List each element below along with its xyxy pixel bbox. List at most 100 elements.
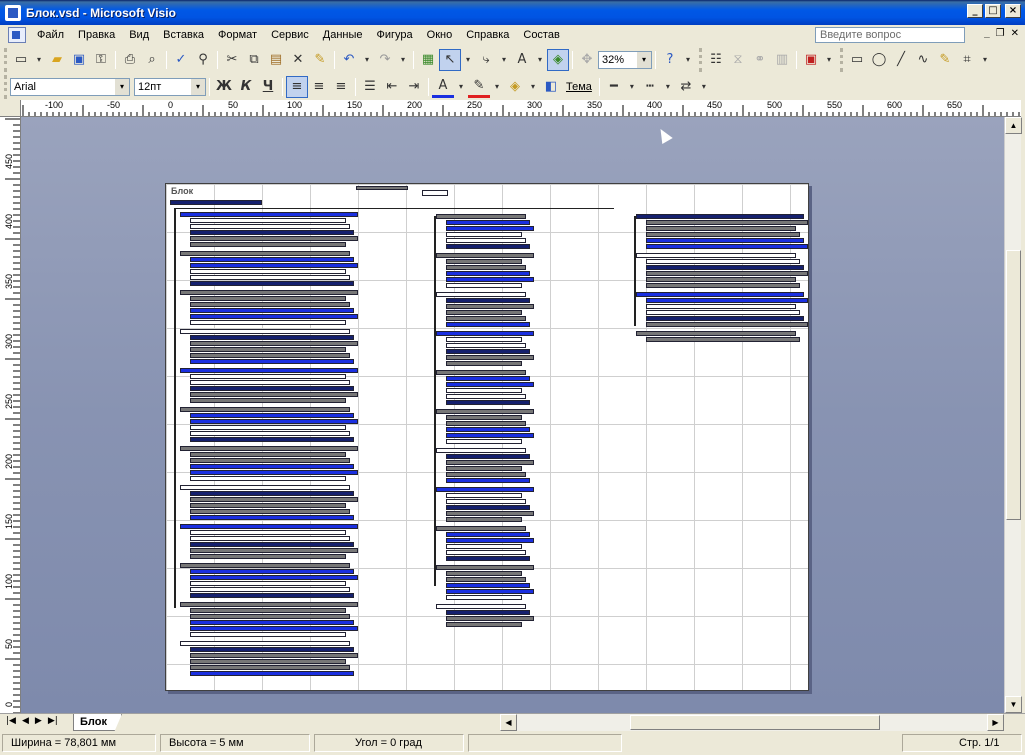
- diagram-block[interactable]: [190, 341, 358, 346]
- diagram-block[interactable]: [190, 218, 346, 223]
- diagram-block[interactable]: [180, 407, 350, 412]
- diagram-block[interactable]: [190, 587, 350, 592]
- mdi-restore-icon[interactable]: ❐: [996, 28, 1005, 39]
- ruler-corner[interactable]: [0, 100, 21, 117]
- arc-tool-icon[interactable]: ∿: [912, 49, 934, 71]
- diagram-block[interactable]: [446, 337, 522, 342]
- pan-zoom-icon[interactable]: ✥: [576, 49, 598, 71]
- connector-tool-icon[interactable]: ⤷: [475, 49, 497, 71]
- diagram-block[interactable]: [436, 331, 534, 336]
- diagram-block[interactable]: [446, 283, 522, 288]
- pointer-tool-icon[interactable]: ↖: [439, 48, 461, 71]
- redo-icon[interactable]: ↷: [374, 49, 396, 71]
- diagram-block[interactable]: [190, 659, 346, 664]
- crop-tool-icon[interactable]: ⌗: [956, 49, 978, 71]
- horizontal-scrollbar[interactable]: ◀ ▶: [500, 714, 1004, 731]
- diagram-block[interactable]: [190, 386, 354, 391]
- copy-icon[interactable]: ⧉: [243, 49, 265, 71]
- theme-button[interactable]: Тема: [562, 81, 596, 93]
- help-dropdown-icon[interactable]: ▾: [681, 49, 695, 71]
- diagram-block[interactable]: [180, 602, 358, 607]
- diagram-block[interactable]: [636, 214, 804, 219]
- diagram-block[interactable]: [190, 620, 354, 625]
- publish-icon[interactable]: ▣: [800, 49, 822, 71]
- line-pattern-icon[interactable]: ┅: [639, 76, 661, 98]
- diagram-block[interactable]: [446, 382, 534, 387]
- font-name-combo[interactable]: Arial ▾: [10, 77, 130, 96]
- diagram-block[interactable]: [446, 544, 522, 549]
- bold-button[interactable]: Ж: [213, 76, 235, 98]
- connector-dropdown-icon[interactable]: ▾: [497, 49, 511, 71]
- diagram-block[interactable]: [646, 226, 796, 231]
- diagram-block[interactable]: [446, 511, 534, 516]
- permission-icon[interactable]: ⚿: [90, 49, 112, 71]
- close-button[interactable]: ×: [1005, 4, 1021, 18]
- diagram-block[interactable]: [190, 632, 346, 637]
- diagram-block[interactable]: [190, 296, 346, 301]
- menu-shape[interactable]: Фигура: [370, 25, 420, 45]
- diagram-block[interactable]: [190, 257, 354, 262]
- text-dropdown-icon[interactable]: ▾: [533, 49, 547, 71]
- diagram-block[interactable]: [446, 361, 522, 366]
- minimize-button[interactable]: _: [967, 4, 983, 18]
- line-color-dropdown-icon[interactable]: ▾: [490, 76, 504, 98]
- diagram-block[interactable]: [436, 214, 526, 219]
- diagram-block[interactable]: [190, 413, 354, 418]
- diagram-block[interactable]: [180, 212, 358, 217]
- diagram-block[interactable]: [436, 370, 526, 375]
- diagram-block[interactable]: [190, 575, 358, 580]
- line-tool-icon[interactable]: ╱: [890, 49, 912, 71]
- diagram-block[interactable]: [190, 419, 358, 424]
- selected-shape[interactable]: [170, 200, 262, 205]
- diagram-block[interactable]: [436, 448, 526, 453]
- diagram-block[interactable]: [636, 331, 796, 336]
- diagram-block[interactable]: [190, 452, 346, 457]
- properties-icon[interactable]: ☷: [705, 49, 727, 71]
- diagram-block[interactable]: [190, 491, 354, 496]
- diagram-block[interactable]: [646, 277, 796, 282]
- diagram-block[interactable]: [446, 421, 526, 426]
- diagram-block[interactable]: [190, 509, 350, 514]
- diagram-block[interactable]: [190, 275, 350, 280]
- document-icon[interactable]: [8, 27, 26, 43]
- maximize-button[interactable]: □: [985, 4, 1001, 18]
- diagram-block[interactable]: [436, 253, 534, 258]
- text-tool-icon[interactable]: A: [511, 49, 533, 71]
- format-painter-icon[interactable]: ✎: [309, 49, 331, 71]
- help-search-input[interactable]: Введите вопрос: [815, 27, 965, 43]
- diagram-block[interactable]: [646, 316, 804, 321]
- diagram-block[interactable]: [446, 577, 526, 582]
- print-preview-icon[interactable]: ⌕: [141, 49, 163, 71]
- diagram-block[interactable]: [190, 314, 358, 319]
- diagram-block[interactable]: [190, 380, 350, 385]
- diagram-block[interactable]: [446, 439, 522, 444]
- line-pattern-dropdown-icon[interactable]: ▾: [661, 76, 675, 98]
- menu-edit[interactable]: Правка: [71, 25, 122, 45]
- diagram-block[interactable]: [646, 220, 808, 225]
- link-data-icon[interactable]: ⧖: [727, 49, 749, 71]
- diagram-block[interactable]: [446, 349, 530, 354]
- diagram-block[interactable]: [446, 259, 522, 264]
- cut-icon[interactable]: ✂: [221, 49, 243, 71]
- diagram-block[interactable]: [446, 310, 522, 315]
- undo-dropdown-icon[interactable]: ▾: [360, 49, 374, 71]
- vertical-scroll-thumb[interactable]: [1006, 250, 1021, 520]
- diagram-block[interactable]: [190, 542, 354, 547]
- diagram-block[interactable]: [446, 343, 526, 348]
- diagram-block[interactable]: [190, 608, 346, 613]
- line-weight-dropdown-icon[interactable]: ▾: [625, 76, 639, 98]
- help-icon[interactable]: ?: [659, 49, 681, 71]
- diagram-block[interactable]: [446, 238, 526, 243]
- diagram-block[interactable]: [436, 565, 534, 570]
- publish-dropdown-icon[interactable]: ▾: [822, 49, 836, 71]
- diagram-block[interactable]: [446, 277, 534, 282]
- diagram-block[interactable]: [646, 244, 808, 249]
- diagram-block[interactable]: [190, 347, 346, 352]
- diagram-block[interactable]: [190, 392, 358, 397]
- vertical-ruler[interactable]: 450 400 350 300 250 200 150 100 50 0: [0, 117, 21, 713]
- new-icon[interactable]: ▭: [10, 49, 32, 71]
- new-dropdown-icon[interactable]: ▾: [32, 49, 46, 71]
- diagram-block[interactable]: [446, 316, 526, 321]
- diagram-block[interactable]: [646, 304, 796, 309]
- line-ends-dropdown-icon[interactable]: ▾: [697, 76, 711, 98]
